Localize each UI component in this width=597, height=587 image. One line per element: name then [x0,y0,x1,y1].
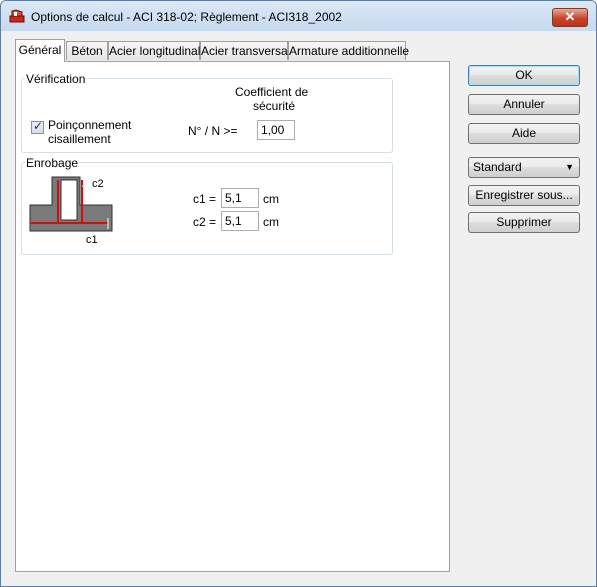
verification-group-label: Vérification [25,72,87,86]
help-button[interactable]: Aide [468,123,580,144]
coefficient-header-line1: Coefficient de [235,85,309,99]
enrobage-group-label: Enrobage [25,156,80,170]
safety-factor-input[interactable] [257,120,295,140]
check-icon: ✓ [33,119,44,133]
diagram-c2-label: c2 [92,178,104,190]
close-button[interactable]: ✕ [552,8,588,27]
poinconnement-label-line1: Poinçonnement [48,118,132,132]
c1-unit: cm [263,192,279,206]
delete-button[interactable]: Supprimer [468,212,580,233]
c2-input[interactable] [221,211,259,231]
chevron-down-icon: ▼ [565,162,574,172]
dialog-window: Options de calcul - ACI 318-02; Règlemen… [0,0,597,587]
poinconnement-checkbox[interactable]: ✓ [31,119,44,134]
c2-unit: cm [263,215,279,229]
poinconnement-label-line2: cisaillement [48,132,111,146]
cancel-button[interactable]: Annuler [468,94,580,115]
tab-general[interactable]: Général [15,39,65,62]
window-title: Options de calcul - ACI 318-02; Règlemen… [31,10,342,24]
close-icon: ✕ [564,9,576,24]
app-icon [9,9,25,23]
ok-button[interactable]: OK [468,65,580,86]
tab-armature-additionnelle[interactable]: Armature additionnelle [288,41,409,60]
dialog-body: Général Béton Acier longitudinal Acier t… [7,31,590,580]
tab-acier-longitudinal[interactable]: Acier longitudinal [108,41,200,60]
c1-input[interactable] [221,188,259,208]
title-bar[interactable]: Options de calcul - ACI 318-02; Règlemen… [1,1,596,31]
cover-diagram: c2 c1 [29,176,113,246]
ratio-label: N° / N >= [188,124,238,138]
tab-beton[interactable]: Béton [66,41,108,60]
preset-dropdown[interactable]: Standard ▼ [468,157,580,178]
preset-dropdown-value: Standard [473,160,522,174]
c1-label: c1 = [193,192,217,206]
coefficient-header-line2: sécurité [253,99,296,113]
save-as-button[interactable]: Enregistrer sous... [468,185,580,206]
tab-acier-transversal[interactable]: Acier transversal [200,41,290,60]
diagram-c1-label: c1 [86,234,98,246]
c2-label: c2 = [193,215,217,229]
tab-panel-general: Vérification Coefficient de sécurité ✓ P… [15,61,450,572]
